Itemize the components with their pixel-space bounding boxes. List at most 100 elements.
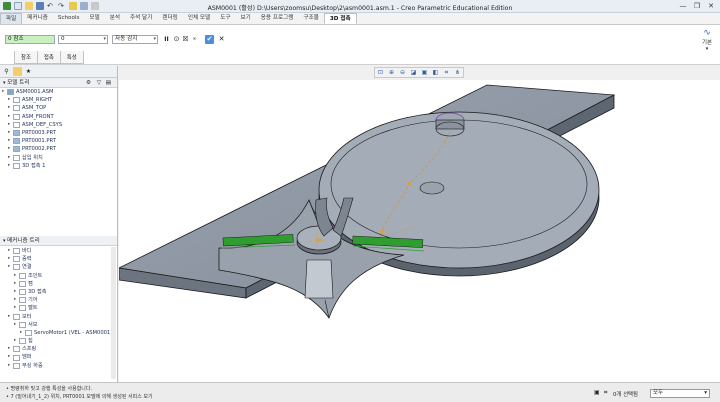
chevron-down-icon: ▾ xyxy=(153,36,156,42)
display-style-icon[interactable]: ◧ xyxy=(430,68,441,77)
tree-item[interactable]: ▸ 기어 xyxy=(2,296,117,304)
tree-item[interactable]: ▸ 바디 xyxy=(2,247,117,255)
pause-button[interactable]: II xyxy=(162,35,171,44)
tree-item[interactable]: ▸ 벨트 xyxy=(2,304,117,312)
option-select[interactable]: 0 ▾ xyxy=(58,35,108,44)
graphics-viewport[interactable] xyxy=(119,80,720,382)
model-tree-tab-icon[interactable]: ⚲ xyxy=(2,67,11,76)
minimize-button[interactable]: — xyxy=(676,1,690,11)
tab-3d-contact[interactable]: 3D 접촉 xyxy=(323,13,357,24)
tab-schools[interactable]: Schools xyxy=(53,13,85,24)
zoom-out-icon[interactable]: ⊖ xyxy=(397,68,408,77)
tree-item[interactable]: ▸ ASM_FRONT xyxy=(2,113,117,121)
selection-filter-value: 모두 xyxy=(653,390,663,396)
tab-annotate[interactable]: 주석 달기 xyxy=(125,13,157,24)
tab-tools[interactable]: 도구 xyxy=(215,13,235,24)
subtab-references[interactable]: 참조 xyxy=(14,51,38,64)
saved-views-icon[interactable]: ▣ xyxy=(419,68,430,77)
maximize-button[interactable]: ❐ xyxy=(690,1,704,11)
tab-analysis[interactable]: 분석 xyxy=(105,13,125,24)
tree-item-label: ASM_TOP xyxy=(22,105,47,112)
glasses-icon[interactable]: ∞ xyxy=(190,35,199,44)
tree-item-label: 스프링 xyxy=(22,346,37,353)
tree-item[interactable]: ▸ 부싱 하중 xyxy=(2,362,117,370)
tree-item-label: 기어 xyxy=(28,297,38,304)
tree-item[interactable]: ▸ PRT0001.PRT xyxy=(2,137,117,145)
part-icon xyxy=(13,130,20,137)
mechanism-tree-header[interactable]: ▾ 메커니즘 트리 xyxy=(0,236,117,246)
status-message-2: • 7 (밀어내기_1_2) 위치, PRT0001 모델에 의해 생성된 서피… xyxy=(6,394,153,400)
tree-filter-icon[interactable]: ▽ xyxy=(97,78,101,88)
status-message-1: • 명령취하 및고 강행 특성을 사용합니다. xyxy=(6,386,93,392)
mechanism-tree: ▸ 바디 ▸ 중력 ▸ 연결 ▸ 조인트 ▸ 캠 ▸ 3D 접촉 ▸ 기어 ▸ 벨트 ▸ 모터 ▸ 서보 ▸ ServoM… xyxy=(0,247,117,370)
repaint-icon[interactable]: ◪ xyxy=(408,68,419,77)
tree-item-label: ASM_FRONT xyxy=(22,113,54,120)
ribbon-panel: 0 참조 0 ▾ 자동 감지 ▾ II ⊙ ☒ ∞ ✔ ✕ 참조 접촉 특성 ∿… xyxy=(0,25,720,65)
tree-item[interactable]: ▸ 서보 xyxy=(2,321,117,329)
tree-item[interactable]: ▸ 댐퍼 xyxy=(2,353,117,361)
tree-item[interactable]: ▸ 3D 접촉 1 xyxy=(2,162,117,170)
chevron-down-icon: ▾ xyxy=(705,46,709,52)
smart-select-icon[interactable]: ⌗ xyxy=(604,389,607,397)
preview-icon[interactable]: ⊙ xyxy=(172,35,181,44)
tree-node-icon xyxy=(13,248,20,255)
navigator-tabs: ⚲ ★ xyxy=(0,66,117,78)
default-label: 기본 xyxy=(702,40,712,46)
subtab-contact[interactable]: 접촉 xyxy=(36,51,61,64)
assembly-model-view[interactable] xyxy=(119,80,720,382)
favorites-tab-icon[interactable]: ★ xyxy=(24,67,33,76)
tree-item[interactable]: ▸ 캠 xyxy=(2,280,117,288)
tree-item[interactable]: ▸ 중력 xyxy=(2,255,117,263)
ok-button[interactable]: ✔ xyxy=(205,35,214,44)
navigator-panel: ⚲ ★ ▾ 모델 트리 ⚙ ▽ ▤ ▸ ASM0001.ASM ▸ ASM_RIGHT… xyxy=(0,66,118,382)
subtab-properties[interactable]: 특성 xyxy=(59,51,84,64)
tree-columns-icon[interactable]: ▤ xyxy=(106,78,111,88)
tree-scrollbar[interactable] xyxy=(111,247,116,379)
tree-item-label: 3D 접촉 xyxy=(28,288,47,295)
tree-item[interactable]: ▸ ASM_RIGHT xyxy=(2,96,117,104)
default-panel[interactable]: ∿ 기본 ▾ xyxy=(700,28,714,52)
reference-collector[interactable]: 0 참조 xyxy=(5,35,55,44)
tree-item[interactable]: ▸ 모터 xyxy=(2,313,117,321)
tab-mechanism[interactable]: 메커니즘 xyxy=(22,13,53,24)
tree-item-label: 힘 xyxy=(28,338,33,345)
tree-item[interactable]: ▸ 연결 xyxy=(2,263,117,271)
tab-framework[interactable]: 구조물 xyxy=(298,13,323,24)
tree-item[interactable]: ▸ 3D 접촉 xyxy=(2,288,117,296)
close-button[interactable]: ✕ xyxy=(704,1,718,11)
model-tree-header[interactable]: ▾ 모델 트리 ⚙ ▽ ▤ xyxy=(0,78,117,88)
part-icon xyxy=(13,138,20,145)
tree-node-icon xyxy=(19,305,26,312)
tree-item-label: 서보 xyxy=(28,321,38,328)
cancel-button[interactable]: ✕ xyxy=(217,35,226,44)
tree-item[interactable]: ▸ ASM0001.ASM xyxy=(2,88,117,96)
assembly-icon xyxy=(7,89,14,96)
verify-icon[interactable]: ☒ xyxy=(181,35,190,44)
selection-filter[interactable]: 모두 ▾ xyxy=(650,389,710,398)
tree-item[interactable]: ▸ 조인트 xyxy=(2,272,117,280)
tree-item[interactable]: ▸ PRT0002.PRT xyxy=(2,145,117,153)
tree-item[interactable]: ▸ 삽입 위치 xyxy=(2,154,117,162)
zoom-in-icon[interactable]: ⊕ xyxy=(386,68,397,77)
tree-item-label: ASM0001.ASM xyxy=(16,89,54,95)
tree-settings-icon[interactable]: ⚙ xyxy=(86,78,91,88)
tree-item[interactable]: ▸ ASM_DEF_CSYS xyxy=(2,121,117,129)
folder-browser-tab-icon[interactable] xyxy=(13,67,22,76)
tree-item[interactable]: ▸ 힘 xyxy=(2,337,117,345)
tab-render[interactable]: 렌더링 xyxy=(157,13,182,24)
tree-item[interactable]: ▸ ServoMotor1 (VEL - ASM0001) xyxy=(2,329,117,337)
tab-model[interactable]: 모델 xyxy=(84,13,104,24)
mode-select[interactable]: 자동 감지 ▾ xyxy=(112,35,158,44)
tree-item[interactable]: ▸ PRT0003.PRT xyxy=(2,129,117,137)
refit-icon[interactable]: ⊡ xyxy=(375,68,386,77)
tree-item[interactable]: ▸ 스프링 xyxy=(2,345,117,353)
chevron-down-icon: ▾ xyxy=(704,390,707,396)
tree-item[interactable]: ▸ ASM_TOP xyxy=(2,104,117,112)
datum-display-icon[interactable]: ⌗ xyxy=(441,68,452,77)
tab-view[interactable]: 보기 xyxy=(235,13,255,24)
tab-manikin[interactable]: 인체 모델 xyxy=(183,13,215,24)
tab-applications[interactable]: 응용 프로그램 xyxy=(256,13,299,24)
tab-file[interactable]: 파일 xyxy=(0,13,23,24)
annotation-display-icon[interactable]: ⋔ xyxy=(452,68,463,77)
chevron-down-icon: ▾ xyxy=(103,36,106,42)
